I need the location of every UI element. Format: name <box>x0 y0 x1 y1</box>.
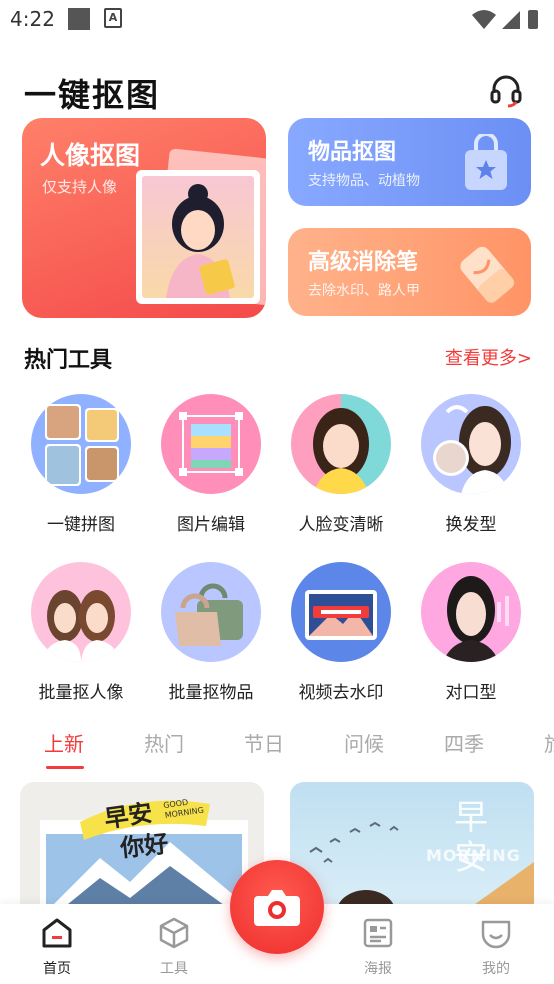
batch-portrait-icon <box>31 562 131 662</box>
view-more-link[interactable]: 查看更多> <box>445 344 532 370</box>
tab-underline <box>46 766 84 769</box>
poster-icon <box>363 918 393 948</box>
tool-batch-portrait[interactable]: 批量抠人像 <box>16 562 146 703</box>
signal-icon <box>502 11 520 29</box>
nav-mine[interactable]: 我的 <box>466 916 526 978</box>
notification-icon <box>68 8 90 30</box>
tool-collage[interactable]: 一键拼图 <box>16 394 146 535</box>
camera-button[interactable] <box>230 860 324 954</box>
app-header: 一键抠图 <box>0 40 554 120</box>
nav-poster[interactable]: 海报 <box>348 916 408 978</box>
status-icons <box>472 10 538 29</box>
battery-icon <box>528 10 538 29</box>
tab-seasons[interactable]: 四季 <box>444 728 484 757</box>
tool-label: 图片编辑 <box>177 515 245 535</box>
app-title: 一键抠图 <box>24 76 161 114</box>
wifi-icon <box>472 10 496 29</box>
tab-festival[interactable]: 节日 <box>244 728 284 757</box>
tool-face-enhance[interactable]: 人脸变清晰 <box>276 394 406 535</box>
video-watermark-icon <box>291 562 391 662</box>
image-edit-icon <box>161 394 261 494</box>
shopping-bag-icon <box>465 134 507 190</box>
eraser-pen-card[interactable]: 高级消除笔 去除水印、路人甲 <box>288 228 531 316</box>
tool-video-watermark[interactable]: 视频去水印 <box>276 562 406 703</box>
poster-card-good-morning[interactable]: 早安 GOOD MORNING 你好 <box>20 782 264 922</box>
tool-label: 一键拼图 <box>47 515 115 535</box>
app-screen: 4:22 A 一键抠图 人像抠图 仅支持人像 物品抠图 支持物品、动植物 高级消… <box>0 0 554 984</box>
portrait-cutout-subtitle: 仅支持人像 <box>42 178 118 196</box>
headset-icon[interactable] <box>488 73 524 109</box>
portrait-illustration <box>136 170 260 304</box>
portrait-cutout-title: 人像抠图 <box>40 141 141 170</box>
tab-greeting[interactable]: 问候 <box>344 728 384 757</box>
category-tabs: 上新 热门 节日 问候 四季 旅 <box>0 728 554 774</box>
tab-travel[interactable]: 旅 <box>544 728 554 757</box>
portrait-cutout-card[interactable]: 人像抠图 仅支持人像 <box>22 118 266 318</box>
hairstyle-icon <box>421 394 521 494</box>
tool-lip-sync[interactable]: 对口型 <box>406 562 536 703</box>
home-icon <box>42 918 72 948</box>
poster-title-line2: 你好 <box>118 828 170 863</box>
tool-label: 对口型 <box>445 683 497 703</box>
notification-a-icon: A <box>104 8 122 28</box>
nav-tools[interactable]: 工具 <box>144 916 204 978</box>
tool-label: 人脸变清晰 <box>298 515 384 535</box>
nav-label: 我的 <box>482 961 510 977</box>
tool-hairstyle[interactable]: 换发型 <box>406 394 536 535</box>
poster-card-morning[interactable]: 早安 MORNING <box>290 782 534 922</box>
poster-morning-tag: MORNING <box>426 846 521 865</box>
tab-new[interactable]: 上新 <box>44 728 84 757</box>
eraser-pen-subtitle: 去除水印、路人甲 <box>308 283 420 299</box>
hot-tools-title: 热门工具 <box>24 348 113 373</box>
nav-label: 海报 <box>364 961 392 977</box>
camera-icon <box>254 890 300 926</box>
collage-icon <box>31 394 131 494</box>
batch-object-icon <box>161 562 261 662</box>
smile-icon <box>481 920 511 949</box>
eraser-icon <box>460 246 515 303</box>
status-bar: 4:22 A <box>0 0 554 40</box>
nav-label: 首页 <box>43 961 71 977</box>
eraser-pen-title: 高级消除笔 <box>308 250 419 275</box>
cube-icon <box>159 917 189 949</box>
face-enhance-icon <box>291 394 391 494</box>
tool-label: 视频去水印 <box>298 683 384 703</box>
lip-sync-icon <box>421 562 521 662</box>
nav-label: 工具 <box>160 961 188 977</box>
tab-hot[interactable]: 热门 <box>144 728 184 757</box>
tool-label: 批量抠人像 <box>38 683 124 703</box>
status-time: 4:22 <box>10 7 55 31</box>
object-cutout-subtitle: 支持物品、动植物 <box>308 173 420 189</box>
tool-image-edit[interactable]: 图片编辑 <box>146 394 276 535</box>
tool-batch-object[interactable]: 批量抠物品 <box>146 562 276 703</box>
poster-big-text: 早安 <box>454 798 488 878</box>
woman-illustration-icon <box>166 184 235 298</box>
nav-home[interactable]: 首页 <box>27 916 87 978</box>
object-cutout-title: 物品抠图 <box>308 140 397 165</box>
object-cutout-card[interactable]: 物品抠图 支持物品、动植物 <box>288 118 531 206</box>
tool-label: 批量抠物品 <box>168 683 254 703</box>
tool-label: 换发型 <box>445 515 497 535</box>
